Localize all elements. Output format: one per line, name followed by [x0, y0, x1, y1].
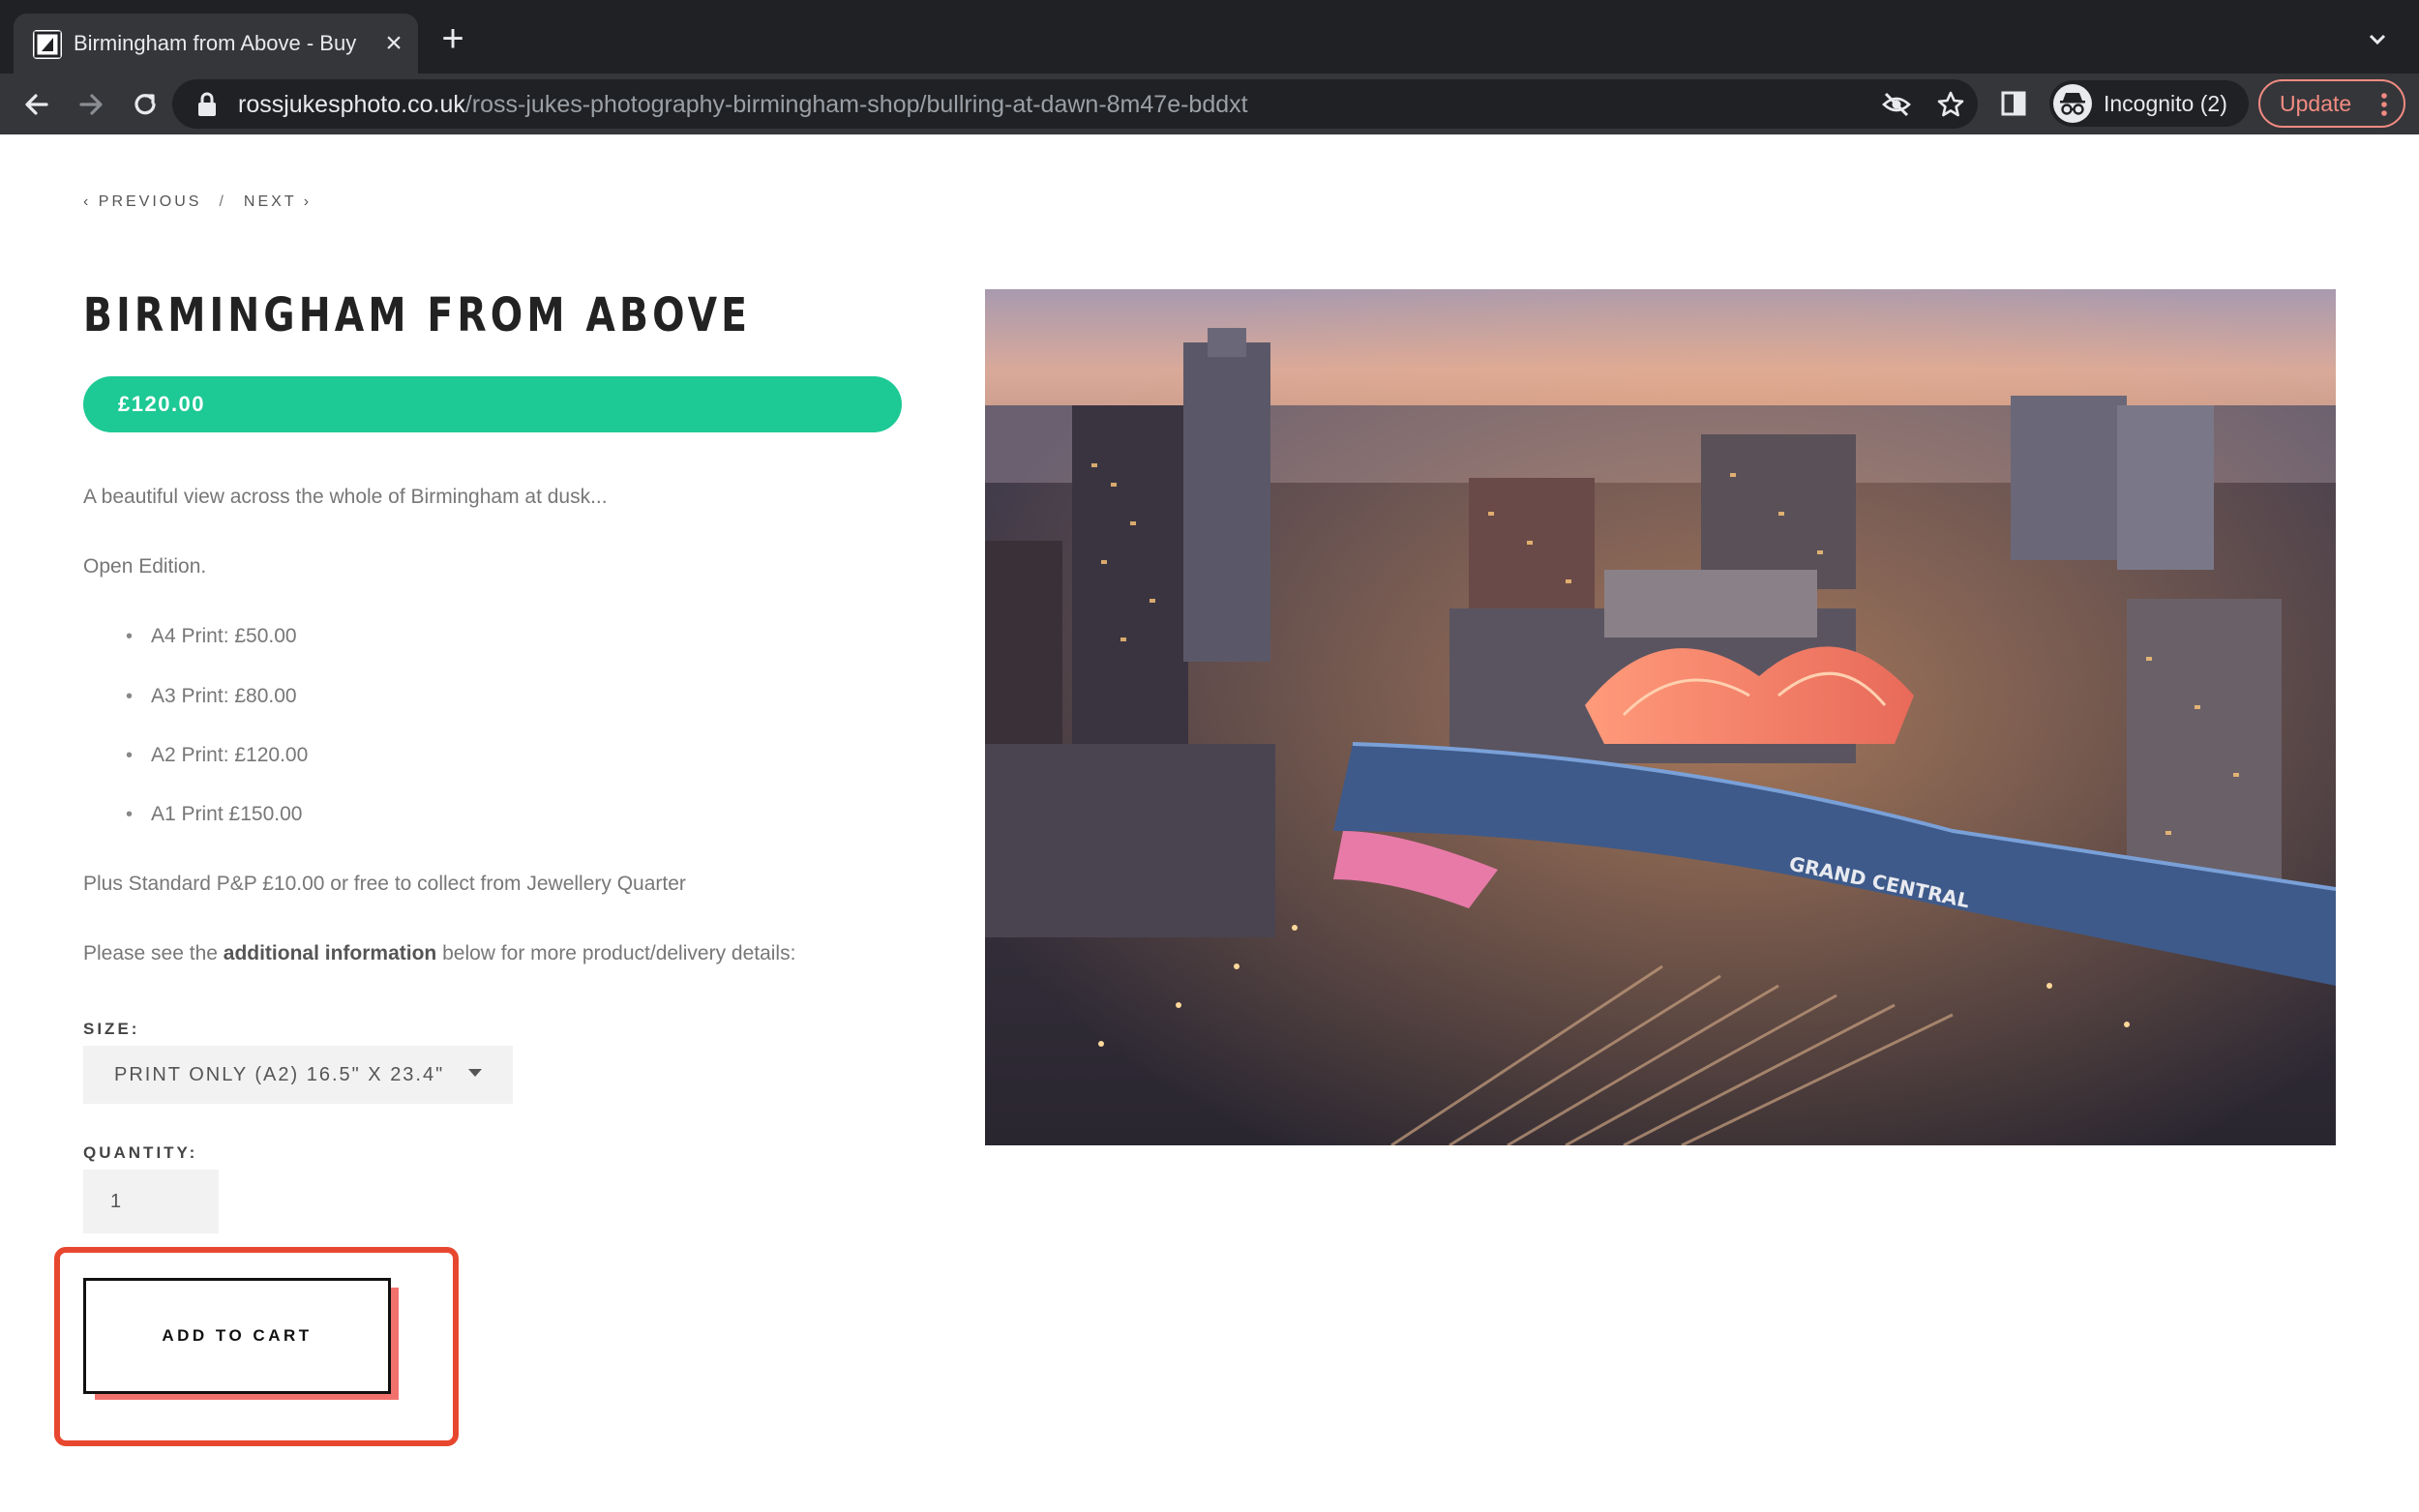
info-prefix: Please see the: [83, 942, 224, 964]
browser-chrome: Birmingham from Above - Buy × + rossjuke…: [0, 0, 2419, 134]
bullet-icon: •: [126, 745, 134, 766]
incognito-label: Incognito (2): [2104, 91, 2227, 116]
reload-icon[interactable]: [128, 87, 163, 122]
url-domain: rossjukesphoto.co.uk: [238, 91, 465, 118]
shipping-text: Plus Standard P&P £10.00 or free to coll…: [83, 873, 686, 895]
additional-info-text: Please see the additional information be…: [83, 939, 795, 968]
product-description: A beautiful view across the whole of Bir…: [83, 486, 608, 508]
incognito-profile-button[interactable]: Incognito (2): [2049, 80, 2249, 127]
tab-search-chevron-icon[interactable]: [2363, 25, 2392, 54]
browser-toolbar: rossjukesphoto.co.uk/ross-jukes-photogra…: [0, 74, 2419, 134]
size-select[interactable]: PRINT ONLY (A2) 16.5" X 23.4": [83, 1046, 513, 1104]
eye-slash-icon[interactable]: [1881, 89, 1912, 120]
previous-link[interactable]: ‹ PREVIOUS: [83, 191, 201, 214]
tab-strip: Birmingham from Above - Buy × +: [0, 0, 2419, 74]
size-label: SIZE:: [83, 1020, 140, 1038]
pager-separator: /: [219, 193, 226, 210]
url-text[interactable]: rossjukesphoto.co.uk/ross-jukes-photogra…: [238, 87, 1248, 122]
product-price: £120.00: [118, 392, 206, 416]
edition-text: Open Edition.: [83, 555, 207, 578]
pagination-nav: ‹ PREVIOUS / NEXT ›: [83, 191, 312, 214]
update-label: Update: [2280, 91, 2352, 116]
browser-tab-active[interactable]: Birmingham from Above - Buy ×: [14, 14, 418, 74]
info-suffix: below for more product/delivery details:: [436, 942, 796, 964]
bullet-icon: •: [126, 626, 134, 647]
quantity-label: QUANTITY:: [83, 1143, 198, 1162]
new-tab-plus-icon[interactable]: +: [435, 19, 470, 58]
bullet-icon: •: [126, 686, 134, 707]
incognito-icon: [2053, 84, 2092, 123]
forward-arrow-icon[interactable]: [74, 87, 108, 122]
size-selected-value: PRINT ONLY (A2) 16.5" X 23.4": [114, 1064, 445, 1085]
product-page: ‹ PREVIOUS / NEXT › BIRMINGHAM FROM ABOVE …: [0, 134, 2419, 1512]
product-image[interactable]: GRAND CENTRAL: [985, 289, 2336, 1145]
product-title: BIRMINGHAM FROM ABOVE: [83, 288, 752, 342]
address-bar[interactable]: rossjukesphoto.co.uk/ross-jukes-photogra…: [172, 79, 1978, 129]
tab-title: Birmingham from Above - Buy: [74, 31, 357, 55]
update-button[interactable]: Update: [2258, 79, 2405, 128]
lock-icon[interactable]: [195, 92, 219, 117]
print-option-a1: A1 Print £150.00: [151, 803, 303, 825]
print-option-a4: A4 Print: £50.00: [151, 625, 297, 647]
additional-information-link[interactable]: additional information: [224, 942, 437, 964]
url-path: /ross-jukes-photography-birmingham-shop/…: [464, 91, 1248, 118]
next-link[interactable]: NEXT ›: [244, 191, 312, 214]
bookmark-star-icon[interactable]: [1935, 89, 1966, 120]
price-bar: £120.00: [83, 376, 902, 432]
tab-close-icon[interactable]: ×: [379, 29, 408, 58]
site-favicon-icon: [33, 30, 62, 59]
side-panel-icon[interactable]: [1997, 87, 2030, 120]
print-option-a2: A2 Print: £120.00: [151, 744, 309, 766]
caret-down-icon: [468, 1069, 482, 1077]
bullet-icon: •: [126, 804, 134, 825]
add-to-cart-button[interactable]: ADD TO CART: [83, 1278, 391, 1394]
print-option-a3: A3 Print: £80.00: [151, 685, 297, 707]
quantity-input[interactable]: [83, 1170, 219, 1233]
kebab-menu-icon[interactable]: [2374, 89, 2394, 120]
back-arrow-icon[interactable]: [19, 87, 54, 122]
